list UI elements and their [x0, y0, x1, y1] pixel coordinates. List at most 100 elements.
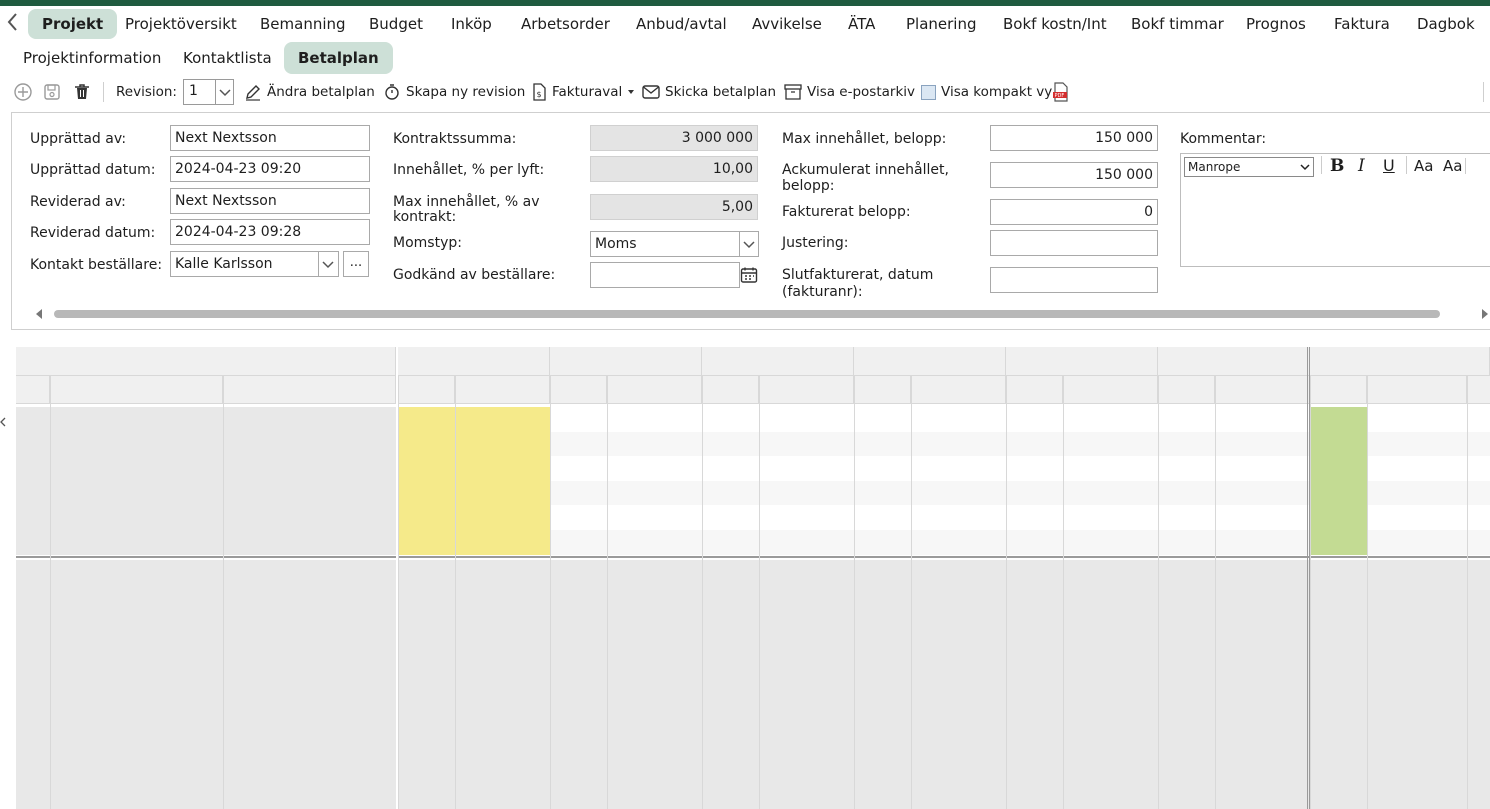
calendar-icon[interactable]: [740, 266, 758, 288]
max-belopp-field[interactable]: 150 000: [990, 125, 1158, 151]
period-lyft-cell[interactable]: [911, 456, 1006, 481]
period-lyft-cell[interactable]: [607, 407, 702, 432]
period-lyft-cell[interactable]: [455, 431, 550, 457]
scrollbar-thumb[interactable]: [54, 310, 1440, 318]
scroll-right-icon[interactable]: [1480, 308, 1490, 320]
period-lyft-cell[interactable]: [607, 431, 702, 457]
period-lyft-cell[interactable]: [1215, 407, 1310, 432]
period-pct-cell[interactable]: [398, 530, 455, 555]
period-lyft-cell[interactable]: [1063, 456, 1158, 481]
period-lyft-cell[interactable]: [1215, 505, 1310, 530]
period-lyft-cell[interactable]: [607, 530, 702, 555]
delete-icon[interactable]: [72, 80, 92, 104]
period-pct-cell[interactable]: [550, 407, 607, 432]
andra-betalplan-button[interactable]: Ändra betalplan: [244, 80, 375, 104]
period-pct-cell[interactable]: [1158, 431, 1215, 457]
tab-bokf-kostn[interactable]: Bokf kostn/Int: [1003, 9, 1107, 39]
add-icon[interactable]: [13, 80, 33, 104]
period-pct-cell[interactable]: [1158, 530, 1215, 555]
period-pct-cell[interactable]: [702, 456, 759, 481]
period-lyft-cell[interactable]: [1215, 431, 1310, 457]
back-chevron-icon[interactable]: [6, 11, 24, 35]
period-pct-cell[interactable]: [1006, 530, 1063, 555]
chevron-down-icon[interactable]: [215, 80, 233, 104]
reviderad-av-field[interactable]: Next Nextsson: [170, 188, 370, 214]
bold-icon[interactable]: B: [1330, 156, 1344, 176]
period-pct-cell[interactable]: [398, 480, 455, 506]
font-size-decrease-icon[interactable]: Aa: [1443, 157, 1462, 175]
tab-ata[interactable]: ÄTA: [848, 9, 875, 39]
tab-bokf-timmar[interactable]: Bokf timmar: [1131, 9, 1224, 39]
period-pct-cell[interactable]: [702, 431, 759, 457]
scroll-left-icon[interactable]: [34, 308, 44, 320]
period-lyft-cell[interactable]: [455, 530, 550, 555]
skicka-betalplan-button[interactable]: Skicka betalplan: [642, 80, 776, 104]
tab-projekt[interactable]: Projekt: [28, 9, 118, 39]
font-size-increase-icon[interactable]: Aa: [1414, 157, 1433, 175]
tab-avvikelse[interactable]: Avvikelse: [752, 9, 822, 39]
fakturerat-belopp-field[interactable]: 0: [990, 199, 1158, 225]
period-lyft-cell[interactable]: [1063, 505, 1158, 530]
upprattad-datum-field[interactable]: 2024-04-23 09:20: [170, 156, 370, 182]
period-pct-cell[interactable]: [398, 505, 455, 530]
save-icon[interactable]: [42, 80, 62, 104]
tab-kontaktlista[interactable]: Kontaktlista: [183, 42, 272, 74]
period-lyft-cell[interactable]: [1063, 407, 1158, 432]
period-pct-cell[interactable]: [1006, 480, 1063, 506]
kontakt-bestallare-field[interactable]: Kalle Karlsson: [170, 251, 320, 277]
period-pct-cell[interactable]: [1158, 480, 1215, 506]
period-pct-cell[interactable]: [550, 530, 607, 555]
tab-planering[interactable]: Planering: [906, 9, 977, 39]
period-lyft-cell[interactable]: [607, 505, 702, 530]
underline-icon[interactable]: U: [1383, 156, 1395, 175]
fakturaval-button[interactable]: $ Fakturaval: [531, 80, 635, 104]
period-pct-cell[interactable]: [398, 456, 455, 481]
reviderad-datum-field[interactable]: 2024-04-23 09:28: [170, 219, 370, 245]
upprattad-av-field[interactable]: Next Nextsson: [170, 125, 370, 151]
period-lyft-cell[interactable]: [455, 480, 550, 506]
period-lyft-cell[interactable]: [1215, 480, 1310, 506]
tab-betalplan[interactable]: Betalplan: [284, 42, 393, 74]
tab-budget[interactable]: Budget: [369, 9, 423, 39]
period-lyft-cell[interactable]: [1063, 530, 1158, 555]
period-pct-cell[interactable]: [854, 456, 911, 481]
tab-anbud-avtal[interactable]: Anbud/avtal: [636, 9, 727, 39]
period-lyft-cell[interactable]: [455, 505, 550, 530]
pdf-icon[interactable]: PDF: [1052, 80, 1070, 104]
period-pct-cell[interactable]: [854, 480, 911, 506]
period-lyft-cell[interactable]: [911, 480, 1006, 506]
period-lyft-cell[interactable]: [1215, 456, 1310, 481]
period-pct-cell[interactable]: [1006, 456, 1063, 481]
period-pct-cell[interactable]: [1006, 407, 1063, 432]
period-pct-cell[interactable]: [854, 407, 911, 432]
period-lyft-cell[interactable]: [1063, 431, 1158, 457]
tab-projektoversikt[interactable]: Projektöversikt: [125, 9, 237, 39]
tab-bemanning[interactable]: Bemanning: [260, 9, 346, 39]
collapse-handle-icon[interactable]: [0, 410, 6, 434]
period-pct-cell[interactable]: [550, 456, 607, 481]
chevron-down-icon[interactable]: [318, 251, 339, 277]
period-lyft-cell[interactable]: [759, 505, 854, 530]
period-pct-cell[interactable]: [854, 530, 911, 555]
period-pct-cell[interactable]: [702, 505, 759, 530]
period-pct-cell[interactable]: [550, 480, 607, 506]
period-lyft-cell[interactable]: [1215, 530, 1310, 555]
tab-projektinformation[interactable]: Projektinformation: [23, 42, 161, 74]
italic-icon[interactable]: I: [1358, 156, 1365, 176]
visa-epostarkiv-button[interactable]: Visa e-postarkiv: [784, 80, 915, 104]
font-select[interactable]: Manrope: [1184, 157, 1314, 177]
period-pct-cell[interactable]: [398, 431, 455, 457]
ackumulerat-innehallet-field[interactable]: 150 000: [990, 162, 1158, 188]
period-pct-cell[interactable]: [702, 407, 759, 432]
period-pct-cell[interactable]: [550, 505, 607, 530]
period-pct-cell[interactable]: [1158, 456, 1215, 481]
period-pct-cell[interactable]: [854, 505, 911, 530]
horizontal-scrollbar[interactable]: [36, 308, 1490, 320]
period-lyft-cell[interactable]: [759, 456, 854, 481]
period-lyft-cell[interactable]: [455, 407, 550, 432]
period-pct-cell[interactable]: [702, 480, 759, 506]
period-lyft-cell[interactable]: [759, 530, 854, 555]
chevron-down-icon[interactable]: [739, 231, 759, 257]
period-pct-cell[interactable]: [1158, 505, 1215, 530]
period-pct-cell[interactable]: [550, 431, 607, 457]
